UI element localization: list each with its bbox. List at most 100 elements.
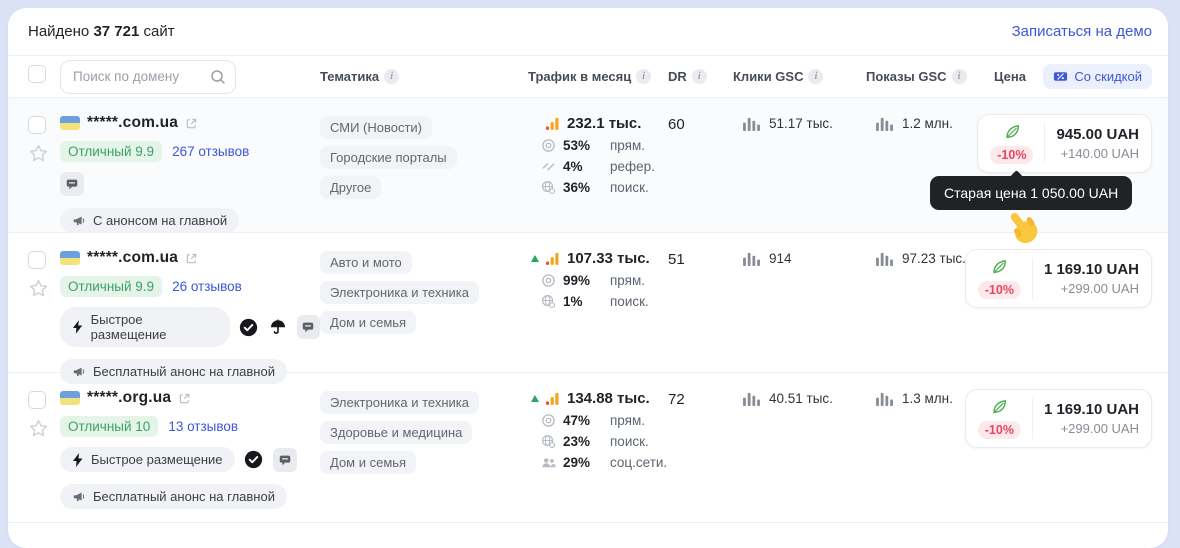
external-link-icon[interactable] [178, 392, 191, 405]
favorite-star-icon[interactable] [28, 278, 49, 299]
ukraine-flag-icon [60, 251, 80, 265]
chat-icon[interactable] [60, 172, 84, 196]
row-checkbox[interactable] [28, 251, 46, 269]
row-checkbox[interactable] [28, 391, 46, 409]
referral-traffic-icon [541, 159, 556, 174]
feature-tag-announce: Бесплатный анонс на главной [60, 484, 287, 509]
traffic-source: 4% рефер. [541, 159, 660, 174]
price-current: 1 169.10 UAH [1044, 261, 1139, 278]
dr-value: 51 [660, 249, 733, 268]
traffic-bars-icon [545, 116, 560, 131]
discount-block: -10% [978, 258, 1033, 299]
site-row: *****.com.ua Отличный 9.9 26 отзывов Быс… [8, 233, 1168, 373]
search-traffic-icon [541, 294, 556, 309]
rating-badge: Отличный 9.9 [60, 276, 162, 297]
traffic-total: 232.1 тыс. [567, 115, 641, 132]
dr-info-icon[interactable]: i [692, 69, 707, 84]
external-link-icon[interactable] [185, 252, 198, 265]
results-count-suffix: сайт [144, 23, 175, 40]
verified-check-icon[interactable] [238, 316, 259, 338]
sites-table-card: Найдено 37 721 сайт Записаться на демо Т… [8, 8, 1168, 548]
megaphone-icon [72, 214, 86, 228]
feature-tag-label: Бесплатный анонс на главной [93, 489, 275, 504]
site-info-cell: *****.org.ua Отличный 10 13 отзывов Быст… [60, 389, 320, 509]
traffic-label: поиск. [610, 434, 660, 449]
reviews-link[interactable]: 267 отзывов [172, 144, 249, 159]
site-domain-link[interactable]: *****.com.ua [87, 249, 178, 267]
direct-traffic-icon [541, 273, 556, 288]
gsc-bars-icon [876, 391, 893, 406]
rating-badge: Отличный 10 [60, 416, 158, 437]
price-cell: -10% 1 169.10 UAH +299.00 UAH [994, 249, 1152, 308]
price-current: 945.00 UAH [1056, 126, 1139, 143]
reviews-link[interactable]: 26 отзывов [172, 279, 242, 294]
traffic-label: поиск. [610, 180, 660, 195]
external-link-icon[interactable] [185, 117, 198, 130]
price-card[interactable]: -10% 1 169.10 UAH +299.00 UAH [965, 389, 1152, 448]
gsc-clicks-value: 40.51 тыс. [769, 391, 833, 406]
row-select-cell [28, 249, 60, 299]
column-price: Цена Со скидкой [994, 64, 1152, 89]
gsc-impressions-value: 1.3 млн. [902, 391, 953, 406]
price-cell: -10% 945.00 UAH +140.00 UAH Старая цена … [994, 114, 1152, 173]
feature-tag-announce: С анонсом на главной [60, 208, 239, 233]
verified-check-icon[interactable] [243, 449, 265, 471]
column-topic: Тематика i [320, 69, 528, 84]
discount-badge: -10% [990, 146, 1033, 164]
traffic-label: поиск. [610, 294, 660, 309]
feature-tag-label: Быстрое размещение [91, 452, 223, 467]
favorite-star-icon[interactable] [28, 143, 49, 164]
row-select-cell [28, 389, 60, 439]
column-clicks-label: Клики GSC [733, 69, 803, 84]
rating-badge: Отличный 9.9 [60, 141, 162, 162]
topics-cell: СМИ (Новости) Городские порталы Другое [320, 114, 516, 199]
reviews-link[interactable]: 13 отзывов [168, 419, 238, 434]
impressions-info-icon[interactable]: i [952, 69, 967, 84]
traffic-label: прям. [610, 273, 660, 288]
chat-icon[interactable] [273, 448, 297, 472]
gsc-bars-icon [743, 116, 760, 131]
favorite-star-icon[interactable] [28, 418, 49, 439]
column-topic-label: Тематика [320, 69, 379, 84]
price-card[interactable]: -10% 945.00 UAH +140.00 UAH [977, 114, 1152, 173]
chat-icon[interactable] [297, 315, 320, 339]
lightning-icon [72, 320, 84, 334]
traffic-cell: 107.33 тыс. 99% прям. 1% поиск. [528, 249, 660, 309]
traffic-total: 107.33 тыс. [567, 250, 650, 267]
results-count-value: 37 721 [93, 23, 139, 40]
search-traffic-icon [541, 434, 556, 449]
pointer-hand-icon [1002, 207, 1044, 249]
coupon-icon [1053, 69, 1068, 84]
gsc-clicks-value: 914 [769, 251, 792, 266]
trend-up-icon [528, 255, 541, 262]
topic-tag: Городские порталы [320, 146, 457, 169]
traffic-bars-icon [545, 251, 560, 266]
traffic-label: рефер. [610, 159, 660, 174]
gsc-clicks-cell: 51.17 тыс. [733, 114, 866, 131]
column-dr: DRi [660, 69, 733, 84]
traffic-pct: 53% [563, 138, 605, 153]
discount-badge: -10% [978, 421, 1021, 439]
umbrella-icon[interactable] [267, 316, 288, 338]
gsc-clicks-cell: 40.51 тыс. [733, 389, 866, 406]
clicks-info-icon[interactable]: i [808, 69, 823, 84]
price-card[interactable]: -10% 1 169.10 UAH +299.00 UAH [965, 249, 1152, 308]
top-bar: Найдено 37 721 сайт Записаться на демо [8, 8, 1168, 56]
topic-info-icon[interactable]: i [384, 69, 399, 84]
trend-up-icon [528, 395, 541, 402]
traffic-info-icon[interactable]: i [636, 69, 651, 84]
price-extra: +140.00 UAH [1061, 146, 1139, 161]
traffic-source: 99% прям. [541, 273, 660, 288]
discount-filter-toggle[interactable]: Со скидкой [1043, 64, 1152, 89]
price-extra: +299.00 UAH [1061, 281, 1139, 296]
site-domain-link[interactable]: *****.org.ua [87, 389, 171, 407]
gsc-bars-icon [743, 251, 760, 266]
demo-signup-link[interactable]: Записаться на демо [1012, 23, 1152, 40]
select-all-checkbox[interactable] [28, 65, 46, 83]
price-values: 945.00 UAH +140.00 UAH [1056, 126, 1139, 161]
price-values: 1 169.10 UAH +299.00 UAH [1044, 401, 1139, 436]
traffic-pct: 29% [563, 455, 605, 470]
row-checkbox[interactable] [28, 116, 46, 134]
site-row: *****.com.ua Отличный 9.9 267 отзывов С … [8, 98, 1168, 233]
site-domain-link[interactable]: *****.com.ua [87, 114, 178, 132]
